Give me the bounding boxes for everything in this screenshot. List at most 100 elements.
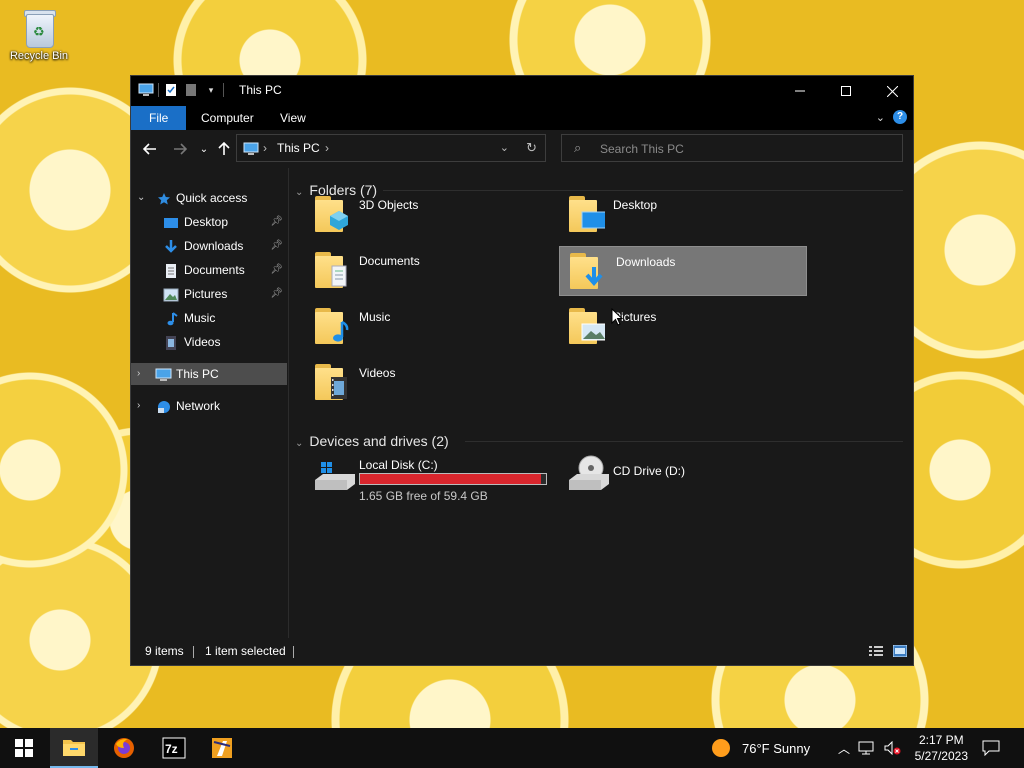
chevron-right-icon: ›	[263, 141, 267, 155]
customize-toolbar-icon[interactable]: ▾	[203, 82, 219, 98]
new-folder-icon[interactable]	[183, 82, 199, 98]
cd-drive-icon	[567, 454, 609, 494]
action-center-button[interactable]	[968, 728, 1014, 768]
system-tray: ︿	[838, 728, 902, 768]
recycle-bin-label: Recycle Bin	[9, 50, 69, 62]
7zip-taskbar-button[interactable]: 7z	[150, 728, 198, 768]
folder-icon	[567, 194, 607, 234]
file-explorer-taskbar-button[interactable]	[50, 728, 98, 768]
group-title: Devices and drives (2)	[309, 433, 449, 449]
chevron-down-icon[interactable]: ⌄	[500, 141, 509, 154]
sidebar-item-this-pc[interactable]: › This PC	[131, 363, 287, 385]
chevron-right-icon[interactable]: ›	[325, 141, 329, 155]
folder-icon	[313, 194, 353, 234]
drive-free-space: 1.65 GB free of 59.4 GB	[359, 489, 488, 503]
chevron-right-icon[interactable]: ›	[137, 395, 140, 417]
drive-usage-fill	[360, 474, 541, 484]
pin-icon[interactable]: 📌︎	[270, 235, 283, 257]
sidebar-item-label: Pictures	[184, 287, 228, 301]
close-button[interactable]	[869, 76, 915, 106]
app-icon	[212, 738, 232, 758]
chevron-down-icon[interactable]: ⌄	[137, 187, 145, 209]
folder-tile-desktop[interactable]: Desktop	[567, 190, 815, 240]
properties-icon[interactable]	[163, 82, 179, 98]
folder-tile-videos[interactable]: Videos	[313, 358, 561, 408]
desktop-icon	[163, 215, 179, 229]
start-button[interactable]	[0, 728, 48, 768]
sidebar-item-network[interactable]: › Network	[131, 395, 287, 417]
sidebar-item-label: Downloads	[184, 239, 244, 253]
firefox-icon	[114, 738, 134, 758]
up-button[interactable]	[213, 138, 235, 160]
search-box[interactable]: ⌕	[561, 134, 903, 162]
breadcrumb-this-pc[interactable]: This PC	[277, 141, 320, 155]
devices-group-header[interactable]: ⌄ Devices and drives (2)	[295, 431, 449, 451]
drive-tile-local-disk-c[interactable]: Local Disk (C:) 1.65 GB free of 59.4 GB	[313, 454, 561, 504]
minimize-button[interactable]	[777, 76, 823, 106]
this-pc-icon	[243, 142, 259, 159]
this-pc-icon[interactable]	[138, 82, 154, 98]
folder-tile-downloads[interactable]: Downloads	[559, 246, 807, 296]
pin-icon[interactable]: 📌︎	[270, 283, 283, 305]
hard-drive-icon	[313, 460, 355, 500]
folder-tile-pictures[interactable]: Pictures	[567, 302, 815, 352]
picture-icon	[163, 287, 179, 302]
folder-icon	[567, 306, 607, 346]
sidebar-item-videos[interactable]: Videos	[131, 331, 287, 353]
drive-name: CD Drive (D:)	[613, 464, 685, 478]
quick-access-toolbar: ▾	[138, 82, 224, 98]
app-taskbar-button[interactable]	[198, 728, 246, 768]
item-count: 9 items	[145, 644, 184, 658]
pin-icon[interactable]: 📌︎	[270, 211, 283, 233]
refresh-icon[interactable]: ↻	[526, 140, 537, 156]
music-note-icon	[327, 320, 351, 344]
sidebar-item-label: Quick access	[176, 191, 248, 205]
chevron-up-icon[interactable]: ︿	[838, 740, 850, 757]
folder-tile-documents[interactable]: Documents	[313, 246, 561, 296]
network-icon[interactable]	[858, 741, 876, 755]
chevron-right-icon[interactable]: ›	[137, 363, 140, 385]
maximize-button[interactable]	[823, 76, 869, 106]
folder-tile-music[interactable]: Music	[313, 302, 561, 352]
status-bar: 9 items 1 item selected	[131, 638, 913, 665]
sidebar-item-downloads[interactable]: Downloads 📌︎	[131, 235, 287, 257]
file-explorer-icon	[63, 740, 85, 756]
folder-name: 3D Objects	[359, 198, 419, 212]
star-icon	[157, 191, 173, 205]
folder-tile-3d-objects[interactable]: 3D Objects	[313, 190, 561, 240]
firefox-taskbar-button[interactable]	[100, 728, 148, 768]
drive-tile-cd-drive-d[interactable]: CD Drive (D:)	[567, 454, 815, 504]
chevron-down-icon[interactable]: ⌄	[295, 438, 303, 449]
large-icons-view-icon[interactable]	[893, 645, 907, 657]
recent-locations-icon[interactable]: ⌄	[193, 138, 215, 160]
volume-muted-icon[interactable]	[884, 741, 902, 755]
desktop-icon	[581, 208, 605, 232]
weather-widget[interactable]: 76°F Sunny	[710, 728, 810, 768]
sidebar-item-pictures[interactable]: Pictures 📌︎	[131, 283, 287, 305]
sidebar-item-music[interactable]: Music	[131, 307, 287, 329]
tab-computer[interactable]: Computer	[191, 106, 264, 130]
recycle-bin-desktop-icon[interactable]: ♻ Recycle Bin	[6, 8, 72, 62]
details-view-icon[interactable]	[869, 645, 883, 657]
sidebar-item-quick-access[interactable]: ⌄ Quick access	[131, 187, 287, 209]
back-button[interactable]	[139, 138, 161, 160]
address-bar[interactable]: › This PC › ⌄ ↻	[236, 134, 546, 162]
pin-icon[interactable]: 📌︎	[270, 259, 283, 281]
navigation-pane: ⌄ Quick access Desktop 📌︎ Downloads 📌︎ D…	[131, 180, 288, 638]
help-icon[interactable]: ?	[893, 110, 907, 124]
forward-button[interactable]	[169, 138, 191, 160]
drive-usage-bar	[359, 473, 547, 485]
sidebar-item-documents[interactable]: Documents 📌︎	[131, 259, 287, 281]
tab-view[interactable]: View	[270, 106, 316, 130]
film-icon	[327, 376, 351, 400]
7zip-icon: 7z	[162, 737, 186, 759]
tab-file[interactable]: File	[131, 106, 187, 130]
taskbar: 7z 76°F Sunny ︿ 2:17 PM 5/27/2023	[0, 728, 1024, 768]
expand-ribbon-icon[interactable]: ⌄	[876, 111, 885, 124]
clock[interactable]: 2:17 PM 5/27/2023	[915, 732, 968, 764]
chevron-down-icon[interactable]: ⌄	[295, 187, 303, 198]
this-pc-icon	[155, 367, 172, 381]
sidebar-item-label: This PC	[176, 367, 219, 381]
sidebar-item-desktop[interactable]: Desktop 📌︎	[131, 211, 287, 233]
search-input[interactable]	[598, 139, 892, 159]
